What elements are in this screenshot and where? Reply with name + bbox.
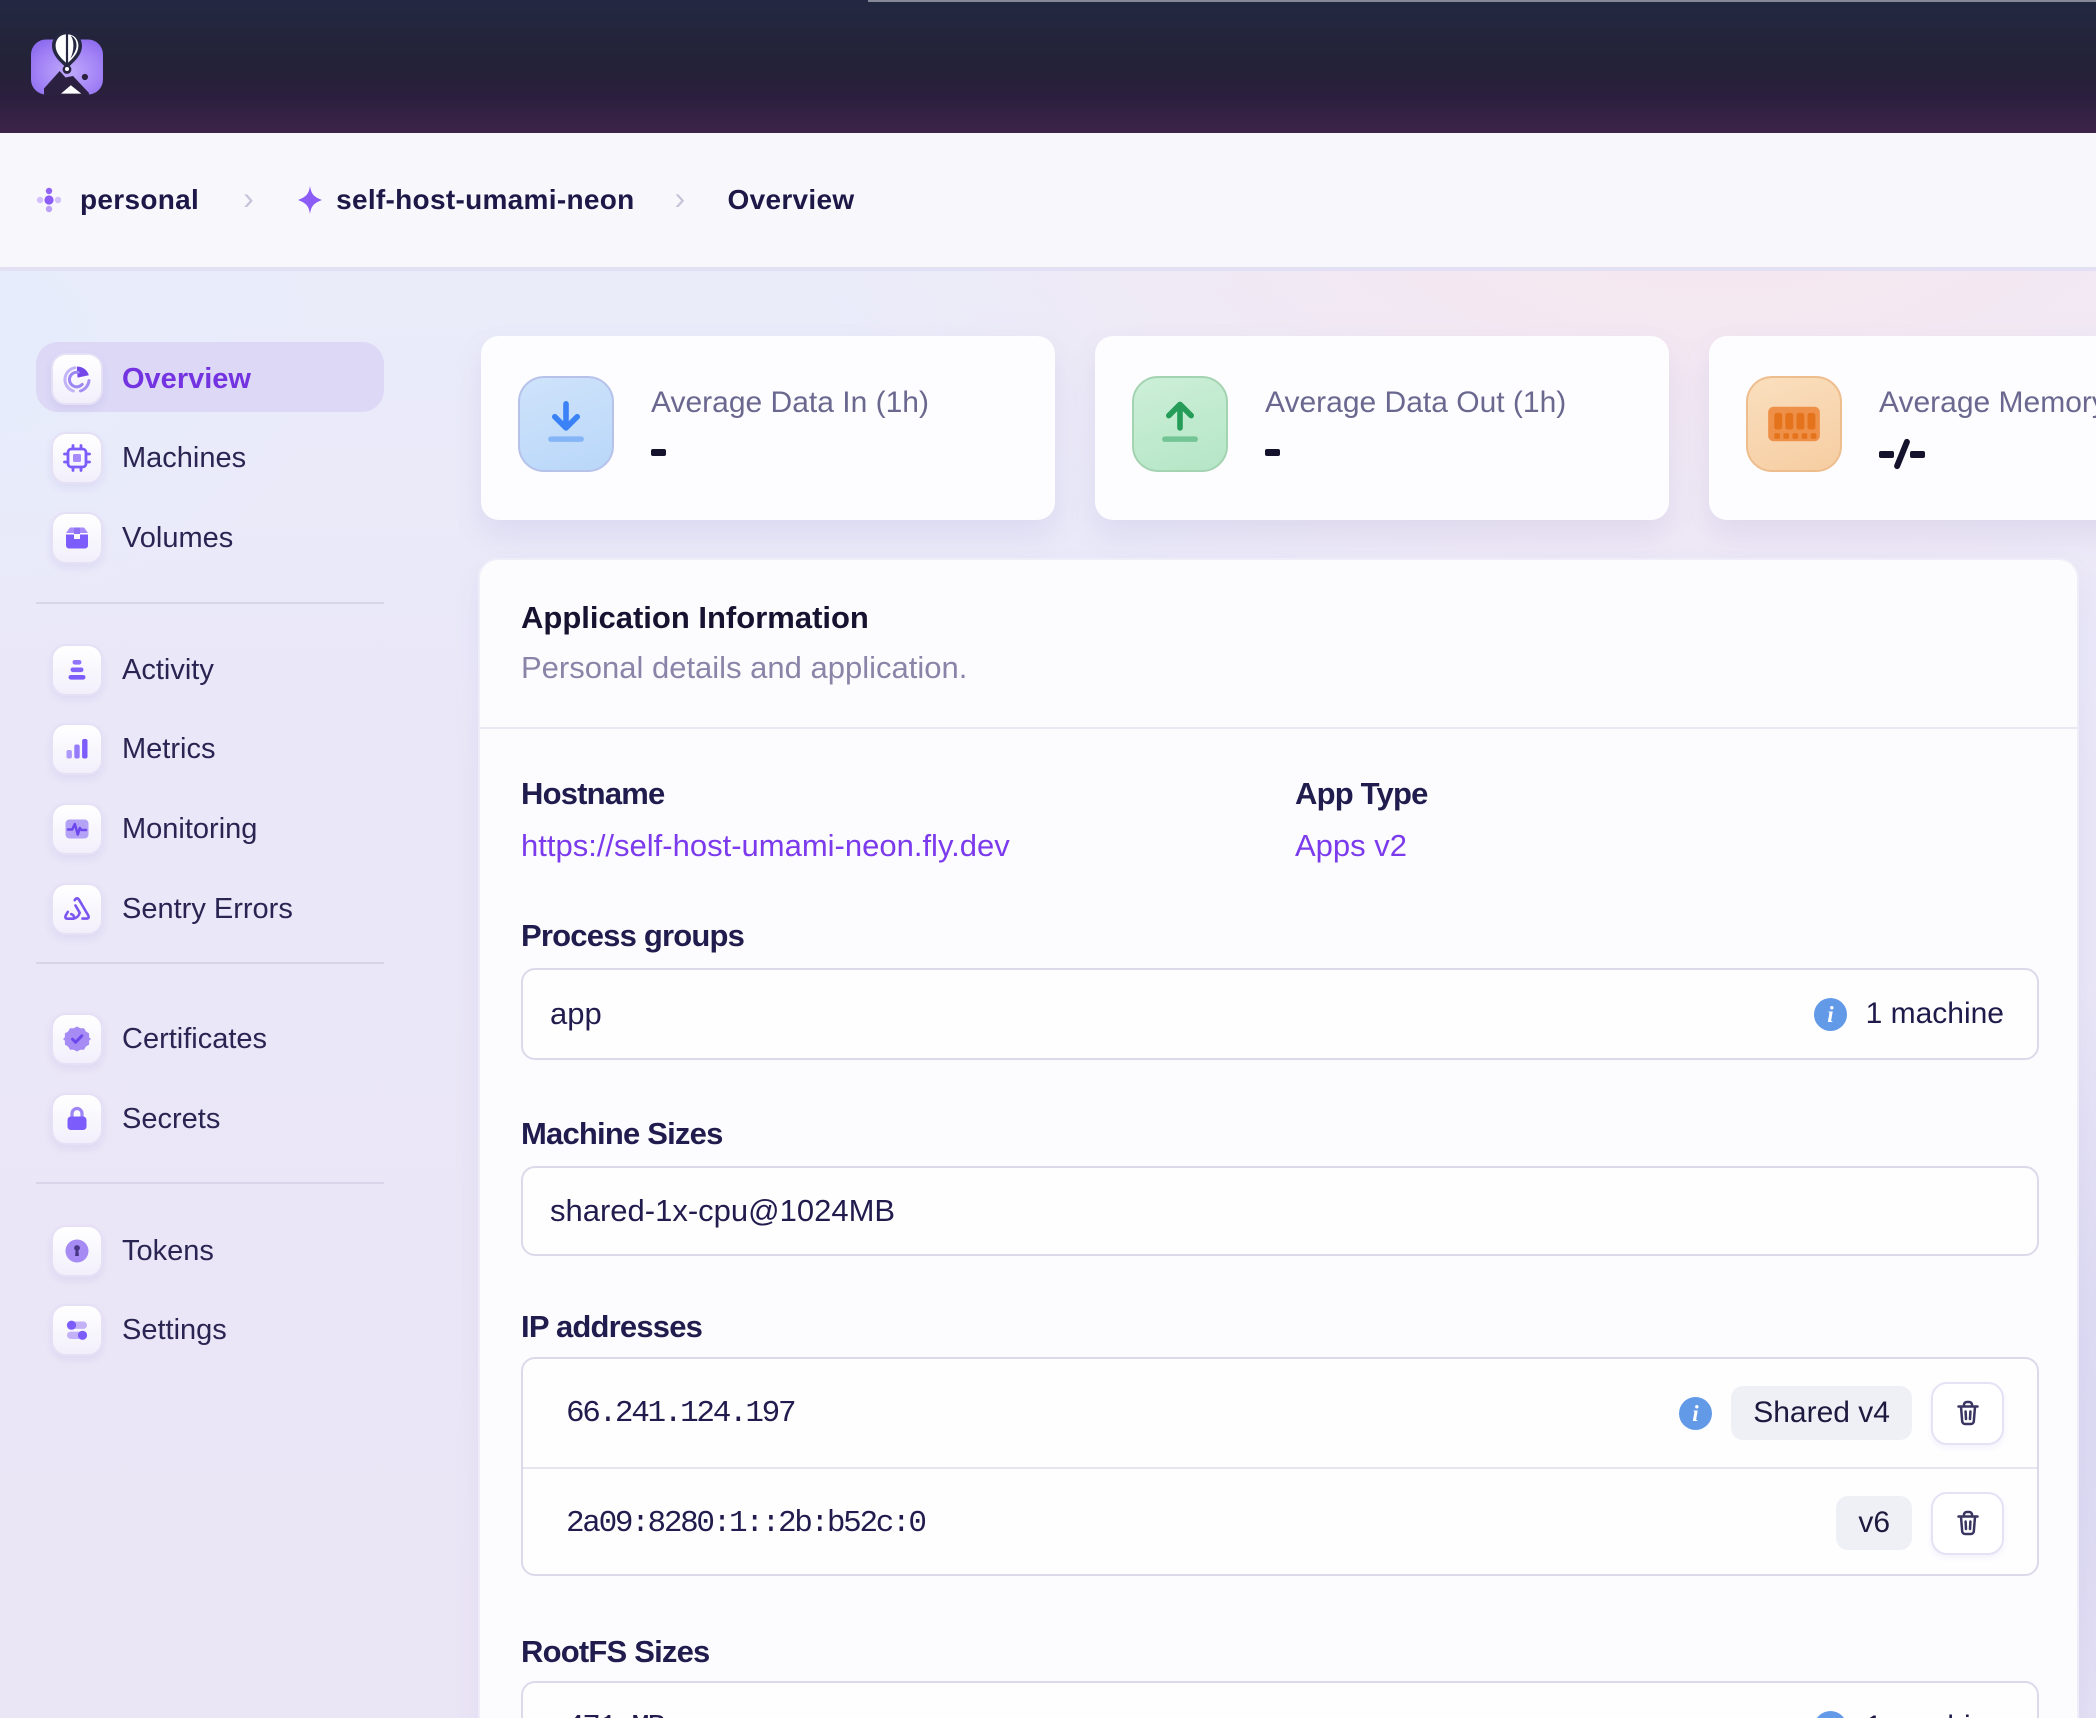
svg-text:i: i [1693, 1401, 1700, 1426]
svg-text:i: i [1827, 1715, 1834, 1718]
svg-text:i: i [1827, 1002, 1834, 1027]
